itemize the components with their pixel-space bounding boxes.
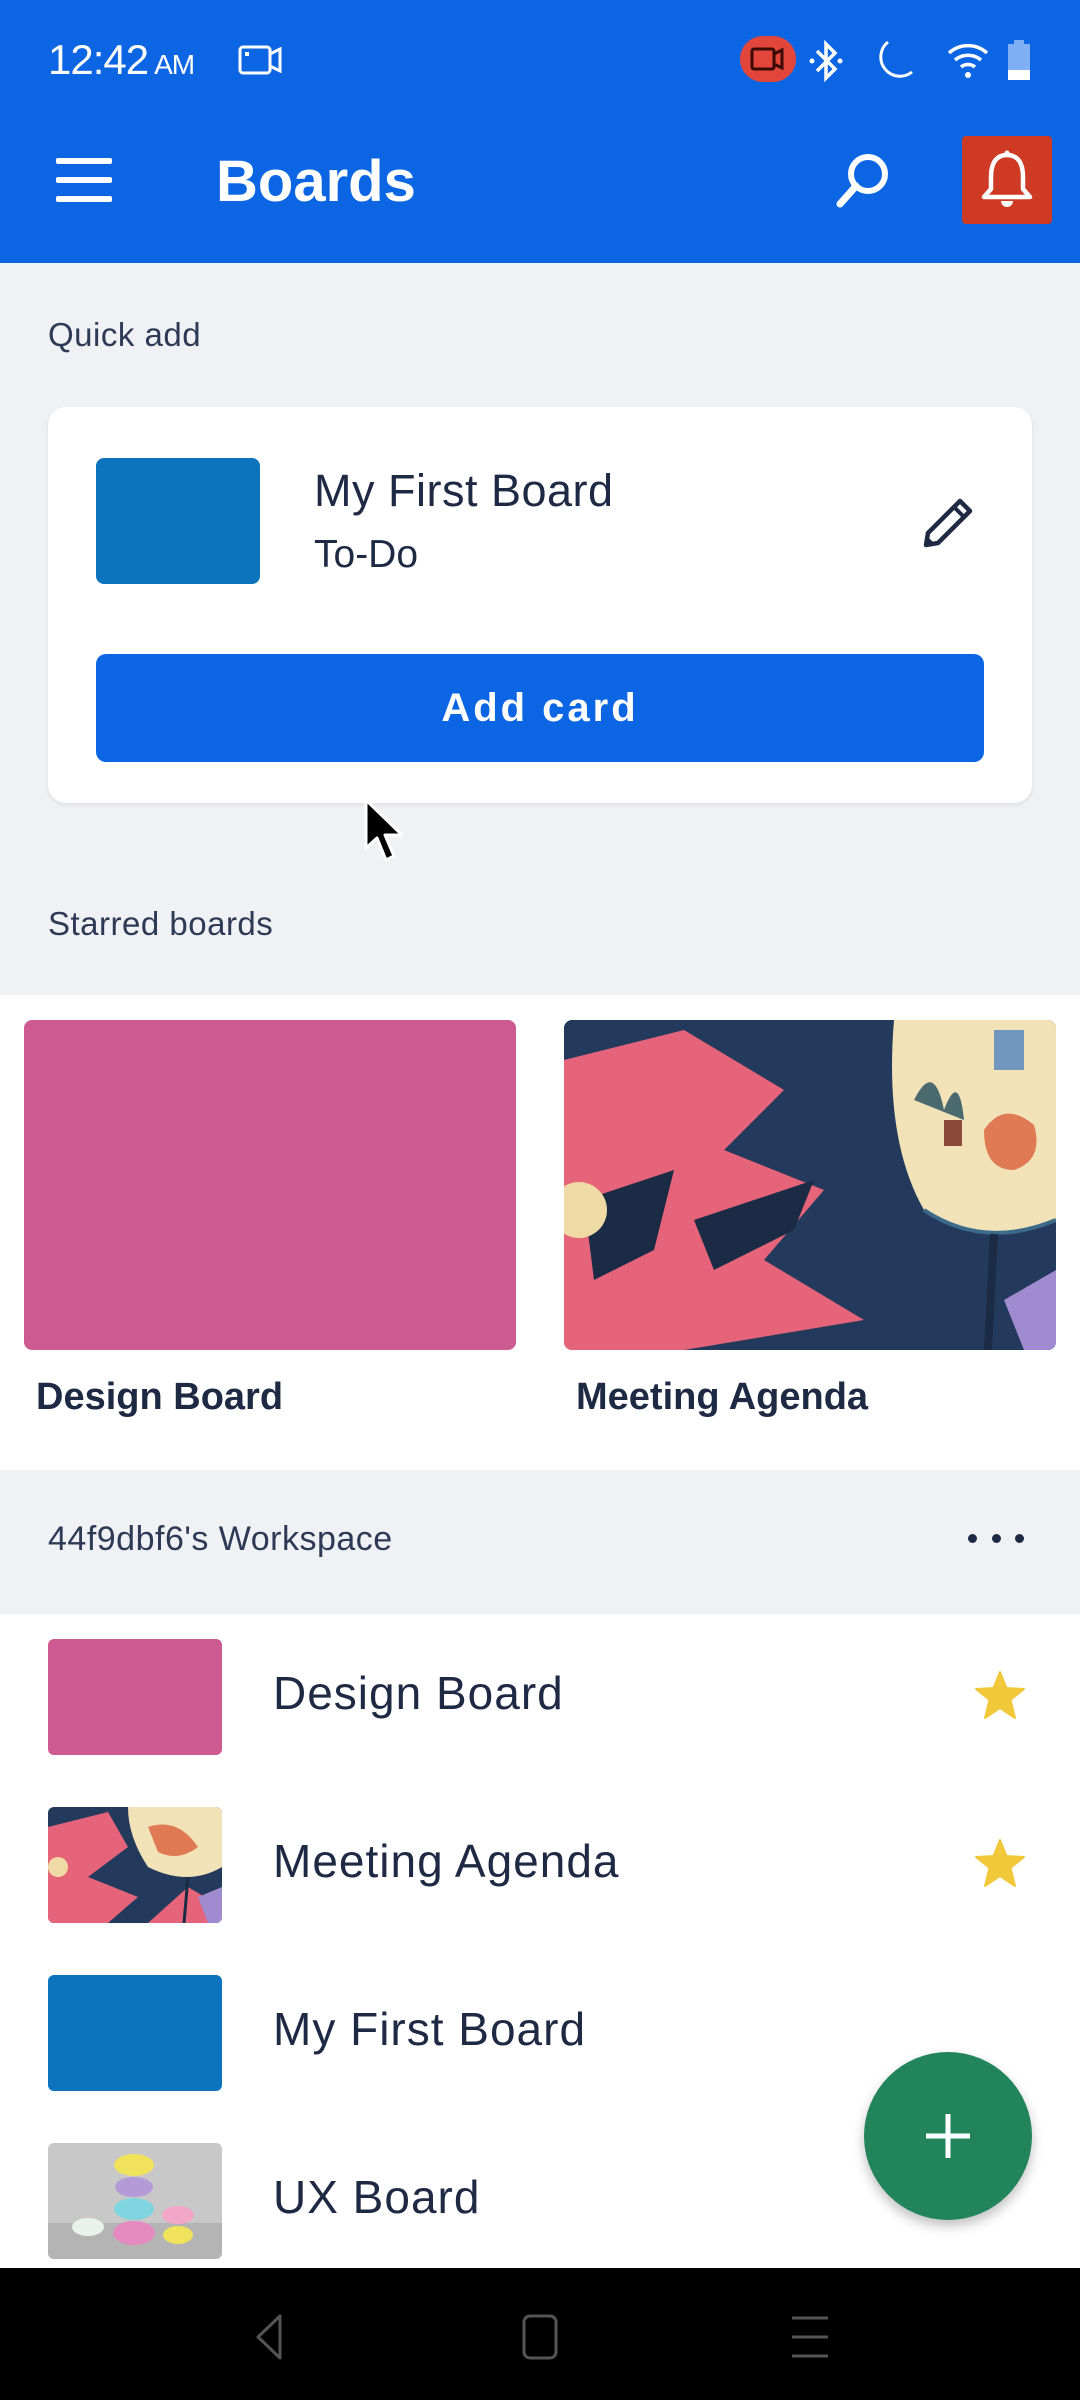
create-fab-button[interactable] bbox=[864, 2052, 1032, 2220]
board-thumbnail bbox=[48, 2143, 222, 2259]
star-icon[interactable] bbox=[972, 1668, 1028, 1724]
recents-icon[interactable] bbox=[780, 2312, 840, 2362]
do-not-disturb-moon-icon bbox=[879, 40, 913, 78]
quick-add-board-thumbnail bbox=[96, 458, 260, 584]
bluetooth-icon bbox=[809, 40, 843, 82]
bell-icon bbox=[981, 150, 1033, 207]
more-dot bbox=[991, 1533, 1001, 1543]
starred-board-name: Meeting Agenda bbox=[576, 1376, 869, 1418]
board-name: My First Board bbox=[273, 2003, 587, 2055]
more-dot bbox=[1015, 1533, 1024, 1543]
starred-board-tile[interactable]: Design Board bbox=[24, 1020, 516, 1419]
board-name: Meeting Agenda bbox=[273, 1835, 620, 1887]
star-icon[interactable] bbox=[972, 1836, 1028, 1892]
hamburger-menu-button[interactable] bbox=[56, 158, 112, 202]
battery-icon bbox=[1008, 40, 1030, 80]
menu-line bbox=[56, 196, 112, 202]
mouse-cursor-icon bbox=[364, 798, 404, 862]
board-list-item[interactable]: Design Board bbox=[0, 1614, 1080, 1782]
board-thumbnail bbox=[48, 1639, 222, 1755]
starred-board-name: Design Board bbox=[36, 1376, 284, 1418]
notifications-button[interactable] bbox=[962, 136, 1052, 224]
status-clock: 12:42 bbox=[48, 36, 149, 83]
menu-line bbox=[56, 158, 112, 164]
more-dot bbox=[968, 1533, 977, 1543]
starred-board-background bbox=[24, 1020, 516, 1350]
starred-board-background-image bbox=[564, 1020, 1056, 1350]
starred-boards-panel: Design Board Meeting Agenda bbox=[0, 995, 1080, 1470]
starred-board-tile[interactable]: Meeting Agenda bbox=[564, 1020, 1056, 1419]
status-time: 12:42 AM bbox=[48, 36, 195, 84]
workspace-more-button[interactable] bbox=[968, 1518, 1024, 1558]
app-bar: 12:42 AM Boards bbox=[0, 0, 1080, 263]
board-list-item[interactable]: Meeting Agenda bbox=[0, 1782, 1080, 1950]
page-title: Boards bbox=[216, 149, 416, 214]
add-card-button[interactable]: Add card bbox=[96, 654, 984, 762]
system-nav-bar bbox=[0, 2268, 1080, 2400]
menu-line bbox=[56, 177, 112, 183]
wifi-icon bbox=[947, 43, 989, 78]
macarons-photo bbox=[48, 2143, 222, 2259]
starred-boards-label: Starred boards bbox=[48, 905, 274, 942]
search-button[interactable] bbox=[830, 148, 894, 212]
search-icon bbox=[836, 154, 888, 208]
back-icon[interactable] bbox=[240, 2312, 300, 2362]
quick-add-list-name: To-Do bbox=[314, 533, 419, 576]
board-thumbnail bbox=[48, 1975, 222, 2091]
recording-indicator-icon bbox=[740, 36, 796, 82]
quick-add-label: Quick add bbox=[48, 316, 202, 353]
quick-add-card: My First Board To-Do Add card bbox=[48, 407, 1032, 803]
illustration-image bbox=[564, 1020, 1056, 1350]
board-thumbnail bbox=[48, 1807, 222, 1923]
status-bar: 12:42 AM bbox=[0, 0, 1080, 120]
quick-add-board-name: My First Board bbox=[314, 465, 614, 516]
screen-record-icon bbox=[238, 45, 282, 75]
illustration-image bbox=[48, 1807, 222, 1923]
workspace-name: 44f9dbf6's Workspace bbox=[48, 1520, 393, 1558]
status-ampm: AM bbox=[154, 49, 195, 80]
pencil-icon bbox=[923, 498, 973, 548]
plus-icon bbox=[926, 2114, 970, 2158]
home-icon[interactable] bbox=[510, 2312, 570, 2362]
edit-quick-add-button[interactable] bbox=[920, 495, 976, 551]
board-name: UX Board bbox=[273, 2171, 481, 2223]
workspace-header: 44f9dbf6's Workspace bbox=[0, 1470, 1080, 1614]
board-name: Design Board bbox=[273, 1667, 564, 1719]
